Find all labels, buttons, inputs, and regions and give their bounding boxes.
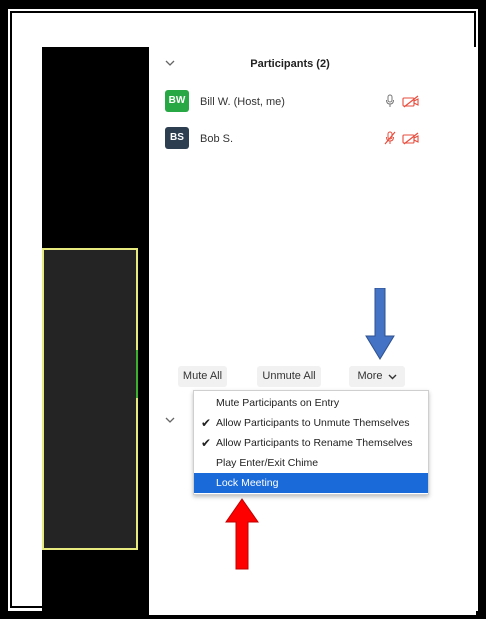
more-button[interactable]: More <box>349 366 405 387</box>
menu-item-lock-meeting[interactable]: Lock Meeting <box>194 473 428 493</box>
chevron-down-icon <box>388 374 397 380</box>
collapse-chevron-icon[interactable] <box>165 59 175 67</box>
mic-icon[interactable] <box>385 94 395 108</box>
video-off-icon[interactable] <box>402 95 420 108</box>
menu-item-label: Lock Meeting <box>216 477 279 489</box>
more-dropdown-menu: Mute Participants on Entry ✔ Allow Parti… <box>193 390 429 495</box>
participant-name[interactable]: Bob S. <box>200 133 233 145</box>
menu-item-allow-rename[interactable]: ✔ Allow Participants to Rename Themselve… <box>194 433 428 453</box>
menu-item-label: Play Enter/Exit Chime <box>216 457 319 469</box>
menu-item-mute-on-entry[interactable]: Mute Participants on Entry <box>194 393 428 413</box>
checkmark-icon: ✔ <box>200 416 212 430</box>
checkmark-icon: ✔ <box>200 436 212 450</box>
active-speaker-video-tile[interactable] <box>42 248 138 550</box>
collapse-chevron-icon[interactable] <box>165 416 175 424</box>
avatar: BS <box>165 127 189 149</box>
video-off-icon[interactable] <box>402 132 420 145</box>
panel-title: Participants (2) <box>250 58 330 70</box>
mute-all-button[interactable]: Mute All <box>178 366 227 387</box>
avatar: BW <box>165 90 189 112</box>
menu-item-play-chime[interactable]: Play Enter/Exit Chime <box>194 453 428 473</box>
menu-item-allow-unmute[interactable]: ✔ Allow Participants to Unmute Themselve… <box>194 413 428 433</box>
more-label: More <box>357 370 383 382</box>
menu-item-label: Mute Participants on Entry <box>216 397 340 409</box>
unmute-all-button[interactable]: Unmute All <box>257 366 321 387</box>
menu-item-label: Allow Participants to Rename Themselves <box>216 437 413 449</box>
mic-off-icon[interactable] <box>383 131 397 145</box>
menu-item-label: Allow Participants to Unmute Themselves <box>216 417 410 429</box>
participant-name[interactable]: Bill W. (Host, me) <box>200 96 285 108</box>
red-up-arrow-annotation <box>225 498 259 570</box>
blue-down-arrow-annotation <box>365 288 395 360</box>
speaker-indicator <box>136 350 138 398</box>
participants-panel <box>149 47 476 615</box>
